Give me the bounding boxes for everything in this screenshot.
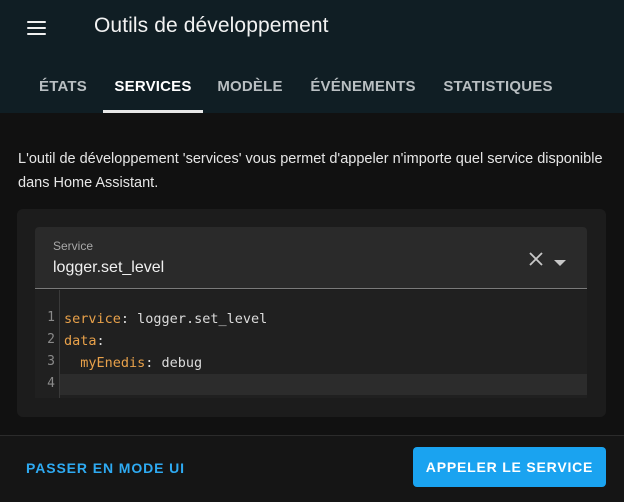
caret-down-icon[interactable]: [553, 254, 567, 266]
line-number: 3: [47, 354, 55, 369]
code-line[interactable]: myEnedis: debug: [64, 352, 202, 374]
tab-statistiques[interactable]: STATISTIQUES: [429, 60, 567, 113]
yaml-separator: :: [120, 311, 130, 327]
yaml-editor[interactable]: 1 2 3 4 service: logger.set_level data: …: [35, 290, 587, 398]
call-service-button[interactable]: APPELER LE SERVICE: [413, 447, 606, 487]
yaml-value: debug: [153, 355, 203, 371]
yaml-key: myEnedis: [64, 355, 146, 371]
line-number-gutter: 1 2 3 4: [35, 290, 60, 398]
tab-services[interactable]: SERVICES: [103, 60, 203, 113]
switch-to-ui-mode-button[interactable]: PASSER EN MODE UI: [26, 460, 185, 476]
yaml-key: service: [64, 311, 121, 327]
service-select[interactable]: Service logger.set_level: [35, 227, 587, 289]
page-description: L'outil de développement 'services' vous…: [18, 151, 603, 191]
close-icon[interactable]: [528, 251, 544, 267]
line-number: 2: [47, 332, 55, 347]
tab-etats[interactable]: ÉTATS: [15, 60, 111, 113]
code-line[interactable]: data:: [64, 330, 105, 352]
active-tab-indicator: [103, 110, 203, 113]
code-line[interactable]: service: logger.set_level: [64, 308, 267, 330]
app-header: Outils de développement ÉTATS SERVICES M…: [0, 0, 624, 113]
tab-evenements[interactable]: ÉVÉNEMENTS: [297, 60, 429, 113]
yaml-separator: :: [96, 333, 105, 349]
service-select-label: Service: [53, 239, 94, 253]
toolbar: Outils de développement: [0, 0, 624, 56]
line-number: 1: [47, 310, 55, 325]
tab-modele[interactable]: MODÈLE: [204, 60, 296, 113]
page-title: Outils de développement: [94, 14, 329, 37]
active-line-highlight: [60, 374, 587, 395]
action-footer: PASSER EN MODE UI APPELER LE SERVICE: [0, 435, 624, 502]
service-select-value[interactable]: logger.set_level: [53, 259, 164, 277]
yaml-value: logger.set_level: [129, 311, 268, 327]
menu-icon[interactable]: [24, 18, 48, 38]
line-number: 4: [47, 376, 55, 391]
yaml-key: data: [64, 333, 97, 349]
